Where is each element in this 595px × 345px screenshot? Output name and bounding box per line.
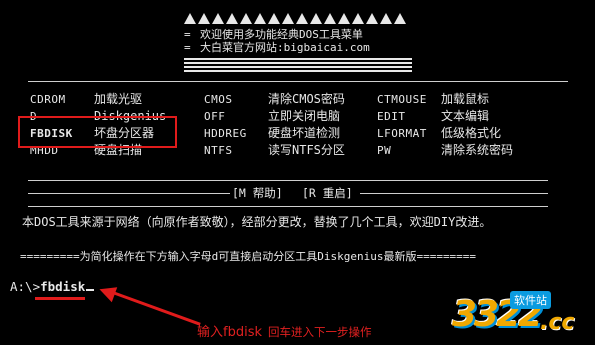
menu-item-pw[interactable]: PW 清除系统密码 — [377, 142, 513, 159]
arrow-left-icon — [96, 281, 118, 303]
menu-item-ctmouse[interactable]: CTMOUSE 加载鼠标 — [377, 91, 513, 108]
restart-key[interactable]: [R 重启] — [302, 185, 353, 201]
input-red-underline — [35, 297, 85, 300]
note-text: =========为简化操作在下方输入字母d可直接启动分区工具Diskgeniu… — [20, 250, 477, 263]
eq-mark: = — [184, 28, 191, 41]
keys-top-line — [28, 180, 548, 181]
header-double-rule-2 — [184, 66, 412, 72]
annotation-text: 输入fbdisk 回车进入下一步操作 — [197, 321, 372, 340]
eq-mark: = — [184, 41, 191, 54]
prompt-path: A:\> — [10, 279, 41, 294]
keys-right-line — [360, 193, 548, 194]
watermark-logo-site: 软件站 — [510, 291, 551, 309]
annotation-sub: 回车进入下一步操作 — [268, 325, 372, 339]
menu-item-edit[interactable]: EDIT 文本编辑 — [377, 108, 513, 125]
header-welcome-box: = 欢迎使用多功能经典DOS工具菜单 = 大白菜官方网站:bigbaicai.com — [184, 28, 412, 54]
fbdisk-highlight-box — [18, 116, 177, 148]
menu-top-separator — [28, 81, 568, 82]
annotation-arrow-shaft — [109, 290, 201, 326]
menu-column-3: CTMOUSE 加载鼠标 EDIT 文本编辑 LFORMAT 低级格式化 PW 清除系统… — [377, 91, 513, 159]
welcome-line: 欢迎使用多功能经典DOS工具菜单 — [200, 28, 363, 41]
help-key[interactable]: [M 帮助] — [232, 185, 283, 201]
text-cursor — [86, 289, 95, 291]
menu-column-2: CMOS 清除CMOS密码 OFF 立即关闭电脑 HDDREG 硬盘坏道检测 NTFS… — [204, 91, 345, 159]
watermark-logo-tld: .cc — [540, 310, 575, 335]
prompt-input[interactable]: fbdisk — [40, 279, 85, 294]
menu-item-off[interactable]: OFF 立即关闭电脑 — [204, 108, 345, 125]
keys-bottom-line — [28, 206, 548, 207]
menu-item-lformat[interactable]: LFORMAT 低级格式化 — [377, 125, 513, 142]
menu-item-cdrom[interactable]: CDROM 加载光驱 — [30, 91, 166, 108]
site-line: 大白菜官方网站:bigbaicai.com — [200, 41, 370, 54]
menu-item-hddreg[interactable]: HDDREG 硬盘坏道检测 — [204, 125, 345, 142]
menu-item-cmos[interactable]: CMOS 清除CMOS密码 — [204, 91, 345, 108]
keys-left-line — [28, 193, 230, 194]
menu-item-ntfs[interactable]: NTFS 读写NTFS分区 — [204, 142, 345, 159]
info-text: 本DOS工具来源于网络（向原作者致敬），经部分更改，替换了几个工具，欢迎DIY改… — [22, 215, 492, 229]
command-prompt[interactable]: A:\>fbdisk — [10, 279, 95, 294]
annotation-main: 输入fbdisk — [197, 325, 262, 340]
header-triangle-border — [184, 13, 412, 25]
header-double-rule — [184, 58, 412, 64]
